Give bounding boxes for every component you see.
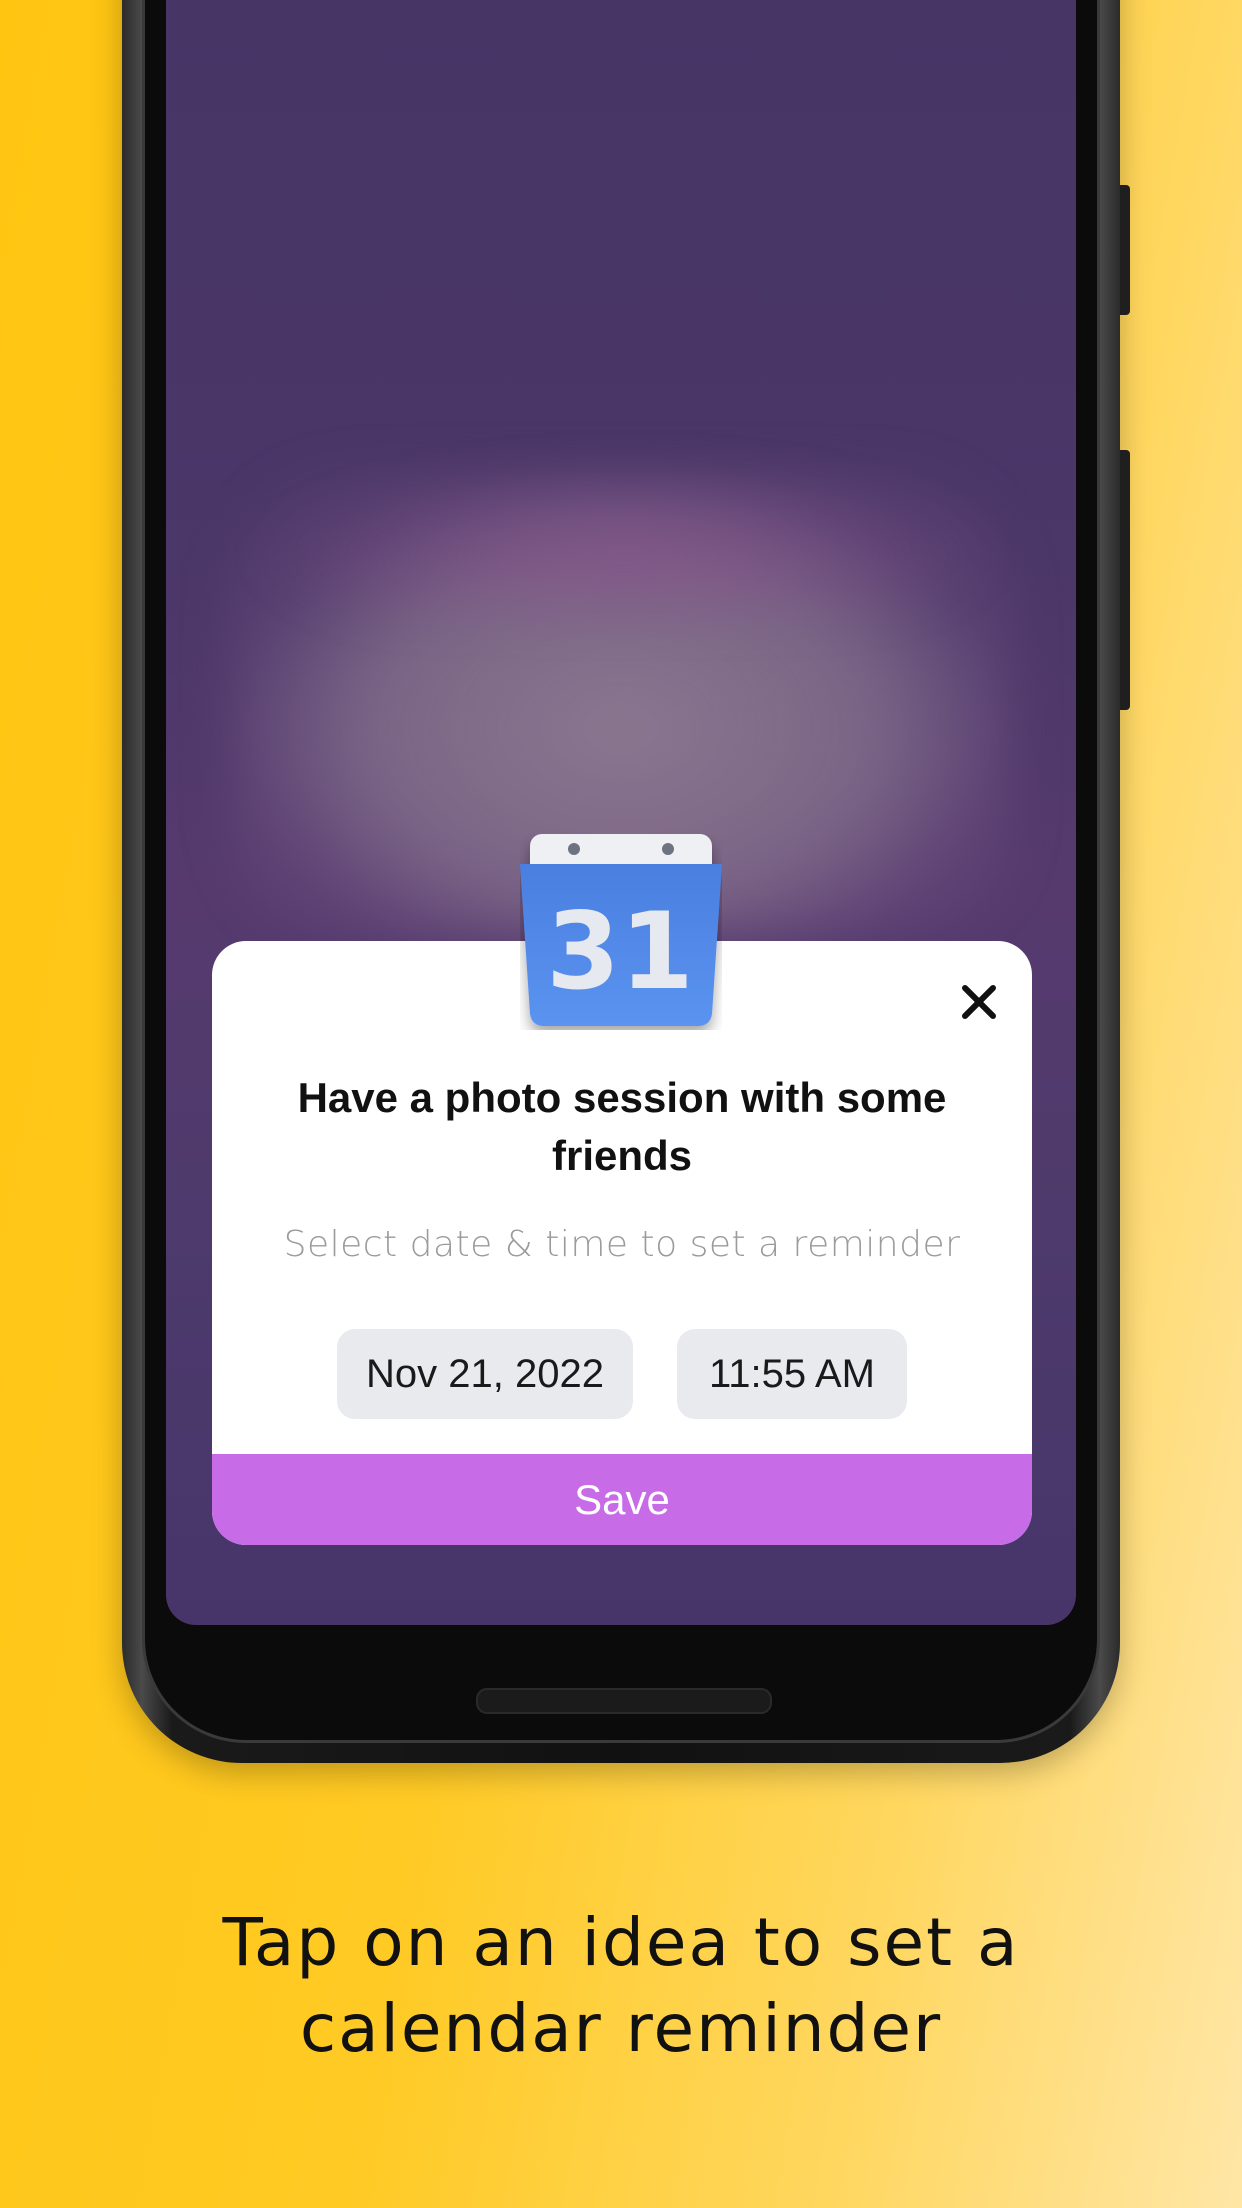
promo-caption: Tap on an idea to set a calendar reminde… (222, 1904, 1020, 2067)
date-picker-button[interactable]: Nov 21, 2022 (337, 1329, 633, 1419)
calendar-icon: 31 (520, 834, 722, 1026)
save-button[interactable]: Save (212, 1454, 1032, 1545)
dialog-title: Have a photo session with some friends (297, 1074, 947, 1179)
time-picker-button[interactable]: 11:55 AM (677, 1329, 907, 1419)
speaker-grille (476, 1688, 772, 1714)
reminder-dialog: Have a photo session with some friends S… (212, 941, 1032, 1545)
close-button[interactable] (952, 975, 1006, 1029)
power-button (1120, 450, 1130, 710)
dialog-subtitle: Select date & time to set a reminder (283, 1224, 961, 1265)
volume-button (1120, 185, 1130, 315)
calendar-day-number: 31 (546, 890, 694, 1013)
background-blur-top (246, 460, 1006, 620)
close-icon (962, 985, 996, 1019)
